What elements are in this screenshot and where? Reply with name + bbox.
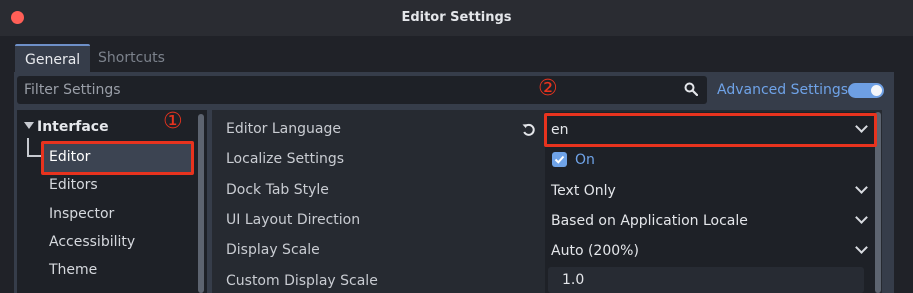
advanced-settings-label: Advanced Settings: [717, 82, 849, 98]
tree-guide-line: [27, 138, 29, 156]
localize-settings-checkbox[interactable]: [552, 152, 567, 167]
setting-label-editor-language: Editor Language: [226, 121, 341, 137]
setting-label-localize-settings: Localize Settings: [226, 151, 345, 167]
annotation-marker-1: ①: [163, 109, 183, 134]
tab-bar: General Shortcuts: [14, 40, 894, 72]
sidebar-scrollbar[interactable]: [198, 114, 204, 293]
tree-item-inspector[interactable]: Inspector: [49, 204, 114, 224]
checkmark-icon: [554, 155, 565, 164]
display-scale-dropdown[interactable]: Auto (200%): [551, 241, 639, 261]
revert-icon[interactable]: [521, 122, 537, 138]
tree-item-theme[interactable]: Theme: [49, 260, 97, 280]
tree-guide-branch: [27, 155, 41, 157]
custom-display-scale-value: 1.0: [562, 272, 585, 288]
dock-tab-style-dropdown[interactable]: Text Only: [551, 181, 616, 201]
annotation-highlight-language: [544, 113, 877, 147]
search-icon: [684, 82, 698, 96]
custom-display-scale-field[interactable]: [548, 267, 864, 293]
settings-category-tree: [17, 110, 207, 293]
annotation-highlight-editor: [41, 141, 194, 175]
annotation-marker-2: ②: [538, 76, 558, 101]
localize-settings-value: On: [575, 152, 595, 168]
expand-arrow-icon[interactable]: [24, 122, 34, 129]
title-bar: Editor Settings: [0, 0, 913, 36]
filter-placeholder: Filter Settings: [24, 82, 121, 98]
setting-label-dock-tab-style: Dock Tab Style: [226, 182, 329, 198]
tree-item-editors[interactable]: Editors: [49, 175, 98, 195]
tree-item-accessibility[interactable]: Accessibility: [49, 232, 135, 252]
advanced-settings-toggle[interactable]: [848, 83, 884, 98]
window-title: Editor Settings: [401, 10, 512, 25]
toggle-knob: [871, 85, 882, 96]
filter-settings-input[interactable]: Filter Settings: [17, 76, 707, 104]
tree-section-interface[interactable]: Interface: [37, 117, 109, 137]
setting-label-display-scale: Display Scale: [226, 242, 320, 258]
setting-label-custom-display-scale: Custom Display Scale: [226, 273, 378, 289]
tab-shortcuts[interactable]: Shortcuts: [88, 44, 175, 72]
tab-general[interactable]: General: [15, 44, 91, 72]
ui-layout-direction-dropdown[interactable]: Based on Application Locale: [551, 211, 748, 231]
setting-label-ui-layout-direction: UI Layout Direction: [226, 212, 361, 228]
